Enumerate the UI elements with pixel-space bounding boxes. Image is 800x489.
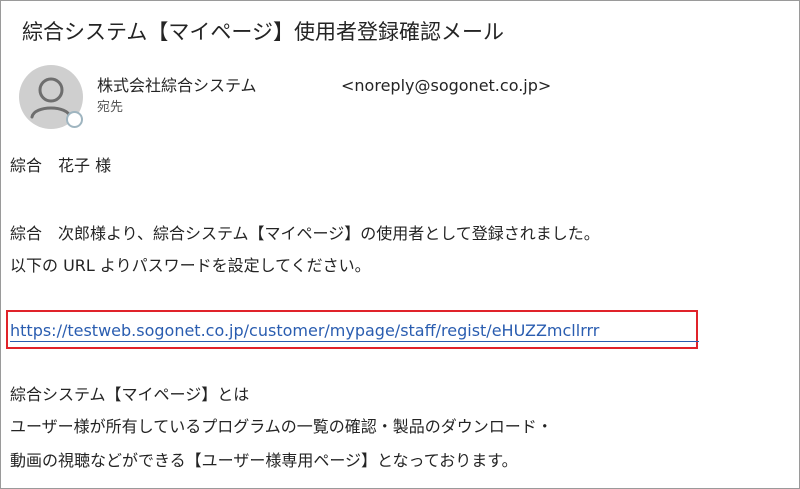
registration-link[interactable]: https://testweb.sogonet.co.jp/customer/m…	[10, 320, 599, 342]
sender-email[interactable]: <noreply@sogonet.co.jp>	[341, 75, 551, 97]
body-line-registered: 綜合 次郎様より、綜合システム【マイページ】の使用者として登録されました。	[10, 224, 600, 243]
email-window: 綜合システム【マイページ】使用者登録確認メール 株式会社綜合システム <nore…	[0, 0, 800, 489]
body-line-mypage-features: ユーザー様が所有しているプログラムの一覧の確認・製品のダウンロード・	[10, 417, 553, 436]
link-underline	[10, 341, 699, 342]
body-line-set-password: 以下の URL よりパスワードを設定してください。	[10, 256, 371, 275]
email-subject: 綜合システム【マイページ】使用者登録確認メール	[22, 20, 504, 44]
recipient-label: 宛先	[97, 100, 124, 115]
greeting-text: 綜合 花子 様	[10, 156, 112, 175]
sender-header: 株式会社綜合システム <noreply@sogonet.co.jp> 宛先	[19, 65, 779, 131]
body-line-mypage-about: 綜合システム【マイページ】とは	[10, 385, 250, 404]
body-line-mypage-summary: 動画の視聴などができる【ユーザー様専用ページ】となっております。	[10, 451, 518, 470]
presence-status-icon	[66, 111, 83, 128]
sender-name[interactable]: 株式会社綜合システム	[97, 75, 257, 97]
